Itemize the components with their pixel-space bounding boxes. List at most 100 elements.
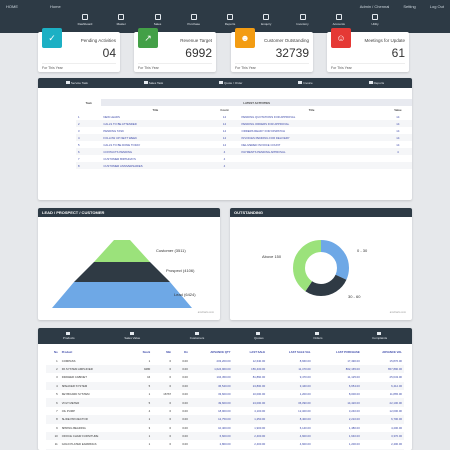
table-cell: 0 [169,408,172,413]
table-cell: 24,800.00 [232,381,268,390]
table-row[interactable]: 1 NEW LEADS 14 PENDING QUOTATIONS FOR APPRO… [76,113,412,120]
tab-quotes[interactable]: Quotes [254,332,264,340]
menu-dashboard[interactable]: Dashboard [70,14,100,26]
table-cell: 14 [222,114,227,119]
table-cell: CONTACTS PENDING [101,148,210,155]
table-cell: 14 [396,128,400,133]
table-row[interactable]: 5 CALLS TO BE DONE TODAY 14 DELIVERED INVOI… [76,141,412,148]
column-header[interactable]: ADVANCE VAL [362,348,404,356]
table-row[interactable]: 7 CUSTOMER BIRTHDAYS 4 [76,155,412,162]
column-header[interactable]: On [173,348,190,356]
funnel-chart: Customer (3511) Prospect (4106) Lead (64… [52,240,196,308]
menu-utility[interactable]: Utility [360,14,390,26]
table-row[interactable]: 8 SLIDE PROJECTOR 1 0 0.00 12,750.00 1,250.00 8… [46,415,404,424]
menu-inventory[interactable]: Inventory [288,14,318,26]
table-cell: 0 [169,358,172,363]
table-cell: 16767 [163,392,172,397]
funnel-segment-customer[interactable] [94,240,150,262]
table-cell: 4 [209,148,240,155]
activities-table-wrap: Task LATEST ACTIVITIES Title Count Title Val… [76,99,412,169]
group-icon: ☺ [331,28,351,48]
logout-link[interactable]: Log Out [430,4,444,9]
kpi-card-revenue-target[interactable]: ↗ Revenue Target 6992 For This Year [134,28,216,72]
table-cell: 1,480.00 [348,425,360,430]
table-cell: CALLS TO BE ATTENDED [101,120,210,127]
table-row[interactable]: 5 KEYBOARD SYSTEM 1 16767 0.00 33,600.00 10,00… [46,390,404,398]
table-row[interactable]: 10 OFFICE CHAIR FURNITURE 1 0 0.00 6,600.00 2,… [46,431,404,441]
enquiry-icon [263,14,270,20]
table-cell: 0.00 [173,415,190,424]
tab-sales-value[interactable]: Sales Value [124,332,140,340]
kpi-card-pending-activities[interactable]: ✓ Pending Activities 04 For This Year [38,28,120,72]
table-cell: 1,200.00 [299,392,311,397]
table-cell: 8,400.00 [267,415,313,424]
menu-accounts[interactable]: Accounts [324,14,354,26]
table-cell: 36,540.00 [189,381,233,390]
table-cell: PA SYSTEM AMPLIFIER [59,364,132,374]
tab-icon [256,332,261,335]
table-row[interactable]: 2 CALLS TO BE ATTENDED 14 PENDING ORDERS FO… [76,120,412,127]
funnel-segment-prospect[interactable] [74,262,170,282]
task-tabs: Service Task Sales Task Quote / Order In… [38,78,412,88]
table-cell: 9,470.00 [299,375,311,380]
table-cell: PENDING QUOTATIONS FOR APPROVAL [241,114,296,119]
user-name[interactable]: Admin / Chennai [360,4,390,9]
table-row[interactable]: 8 CUSTOMER ANNIVERSARIES 4 [76,162,412,169]
table-row[interactable]: 1 COMPASS 1 0 0.00 203,200.00 12,640.00 8,660.0… [46,356,404,364]
table-row[interactable]: 2 PA SYSTEM AMPLIFIER 9480 0 0.00 1,624,960.0… [46,364,404,374]
tab-complaints[interactable]: Complaints [372,332,387,340]
table-row[interactable]: 4 SPEAKER SYSTEM 5 0 0.00 36,540.00 24,800.00 3… [46,381,404,390]
column-header[interactable]: Product [60,348,132,356]
table-row[interactable]: 6 VOLT METER 5 0 0.00 49,600.00 24,000.00 36,39… [46,398,404,407]
table-cell: 5 [56,392,58,397]
column-header[interactable]: No [46,348,60,356]
chart-credit[interactable]: amcharts.com [198,311,214,314]
kpi-card-meetings[interactable]: ☺ Meetings for Update 61 For This Year [327,28,409,72]
column-header[interactable]: LAST SALE [233,348,268,356]
menu-enquiry[interactable]: Enquiry [251,14,281,26]
table-row[interactable]: 3 PENDING TASK 14 ORDERS READY FOR DISPATCH… [76,127,412,134]
brand[interactable]: HOME [6,4,18,9]
table-cell: 6,600.00 [189,431,233,441]
table-cell: PENDING ORDERS FOR APPROVAL [239,120,384,127]
funnel-segment-lead[interactable] [52,282,192,308]
table-row[interactable]: 4 FOLLOW UP NEXT WEEK 14 INVOICES PENDING F… [76,134,412,141]
products-panel: Products Sales Value Customers Quotes Or… [38,328,412,450]
table-row[interactable]: 9 SPRING BEARING 3 0 0.00 10,400.00 1,900.00 6,… [46,424,404,432]
tab-icon [368,81,373,84]
tab-orders[interactable]: Orders [313,332,322,340]
table-row[interactable]: 7 OIL PUMP 4 0 0.00 18,900.00 4,100.00 12,400.0… [46,407,404,415]
tab-invoice[interactable]: Invoice [298,81,313,85]
column-header[interactable]: Stock [132,348,153,356]
tab-sales-task[interactable]: Sales Task [143,81,163,85]
table-cell: CUSTOMER ANNIVERSARIES [101,162,210,169]
tab-reports[interactable]: Reports [368,81,384,85]
tab-quote-order[interactable]: Quote / Order [219,81,242,85]
chart-credit[interactable]: amcharts.com [390,311,406,314]
tab-service-task[interactable]: Service Task [65,81,88,85]
table-cell: 4 [76,134,102,141]
column-header[interactable]: LAST SALE VAL [267,348,312,356]
kpi-card-customer-outstanding[interactable]: ☻ Customer Outstanding 32739 For This Ye… [231,28,313,72]
table-cell: 1 [131,415,153,424]
settings-link[interactable]: Setting [403,4,415,9]
table-cell: 11 [54,442,58,447]
table-row[interactable]: 6 CONTACTS PENDING 4 PAYMENTS PENDING APPRO… [76,148,412,155]
column-header[interactable]: Min [152,348,173,356]
tab-customers[interactable]: Customers [190,332,204,340]
table-row[interactable]: 11 GOLD PLATED EARRINGS 1 0 0.00 2,800.00 2,40… [46,440,404,448]
table-row[interactable]: 3 DRAWER CABINET 16 0 0.00 104,450.00 81,860.0… [46,373,404,381]
table-cell: 1,624,960.00 [189,364,233,374]
menu-purchase[interactable]: Purchase [179,14,209,26]
table-cell: 6,700.00 [361,415,404,424]
menu-master[interactable]: Master [106,14,136,26]
home-link[interactable]: Home [50,4,61,9]
activities-table: Task LATEST ACTIVITIES Title Count Title Val… [76,99,412,169]
menu-reports[interactable]: Reports [215,14,245,26]
table-cell: 11,865.00 [389,392,402,397]
menu-sales[interactable]: Sales [143,14,173,26]
column-header[interactable]: LAST PURCHASE [313,348,362,356]
tab-products[interactable]: Products [63,332,75,340]
table-cell: 0.00 [182,392,188,397]
column-header[interactable]: ADVANCE QTY [190,348,233,356]
